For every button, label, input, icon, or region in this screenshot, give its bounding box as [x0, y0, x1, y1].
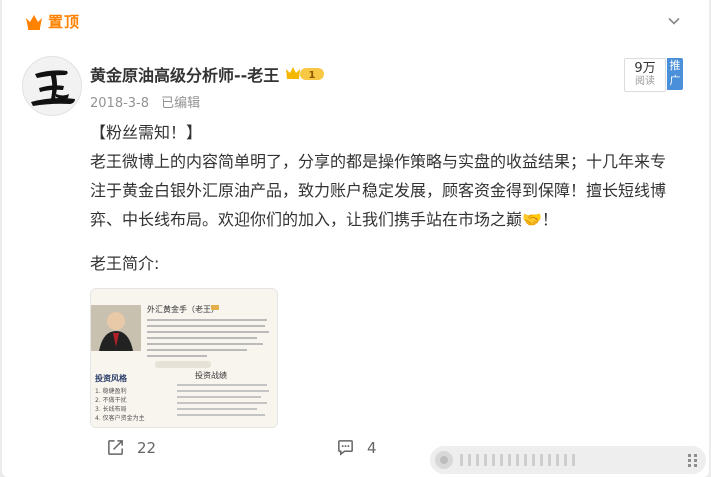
thumb-record-title: 投资战绩 [195, 370, 227, 380]
pin-crown-icon [26, 14, 42, 30]
post-meta: 2018-3-8 已编辑 [90, 92, 208, 111]
toolbar-overlay-icon [430, 446, 706, 474]
chevron-down-icon[interactable] [667, 14, 681, 28]
vip-badge-icon[interactable]: 1 [284, 65, 326, 83]
paragraph-notice: 【粉丝需知！】 [90, 123, 203, 142]
comment-icon [338, 440, 353, 456]
post-body: 【粉丝需知！】 老王微博上的内容简单明了，分享的都是操作策略与实盘的收益结果；十… [90, 118, 670, 234]
edited-label: 已编辑 [161, 96, 201, 111]
thumb-heading: 外汇黄金手（老王） [147, 304, 219, 314]
calligraphy-avatar-icon [31, 70, 75, 106]
pinned-tag: 置顶 [24, 11, 80, 32]
pinned-label: 置顶 [48, 13, 81, 31]
profile-image: 外汇黄金手（老王） 投资风格 投资战绩 1. 稳健盈利 2. 不做干扰 3. 长… [91, 289, 277, 427]
author-row: 黄金原油高级分析师--老王 1 [90, 62, 326, 86]
read-count-box: 9万 阅读 [624, 58, 666, 92]
author-name[interactable]: 黄金原油高级分析师--老王 [90, 62, 279, 86]
post-date[interactable]: 2018-3-8 [90, 96, 149, 111]
intro-label: 老王简介: [90, 254, 160, 273]
avatar[interactable] [22, 56, 82, 116]
post-card: 置顶 黄金原油高级分析师--老王 1 2018-3-8 已编辑 9万 阅读 推广… [2, 0, 709, 477]
promote-button[interactable]: 推广 [667, 58, 683, 90]
thumb-item-3: 3. 长线布局 [95, 405, 127, 413]
comment-count: 4 [367, 438, 377, 457]
repost-count: 22 [137, 438, 157, 457]
thumb-style-title: 投资风格 [95, 373, 128, 383]
read-label: 阅读 [635, 76, 655, 87]
post-image-thumbnail[interactable]: 外汇黄金手（老王） 投资风格 投资战绩 1. 稳健盈利 2. 不做干扰 3. 长… [90, 288, 278, 428]
thumb-item-4: 4. 仅客户资金为主 [95, 414, 145, 422]
thumb-item-2: 2. 不做干扰 [95, 396, 127, 404]
repost-icon [108, 440, 123, 455]
vip-level: 1 [309, 70, 316, 81]
paragraph-description: 老王微博上的内容简单明了，分享的都是操作策略与实盘的收益结果；十几年来专注于黄金… [90, 152, 667, 229]
floating-toolbar [430, 446, 706, 474]
read-count: 9万 [634, 61, 656, 76]
repost-button[interactable]: 22 [106, 438, 156, 457]
thumb-item-1: 1. 稳健盈利 [95, 387, 127, 395]
comment-button[interactable]: 4 [336, 438, 377, 457]
